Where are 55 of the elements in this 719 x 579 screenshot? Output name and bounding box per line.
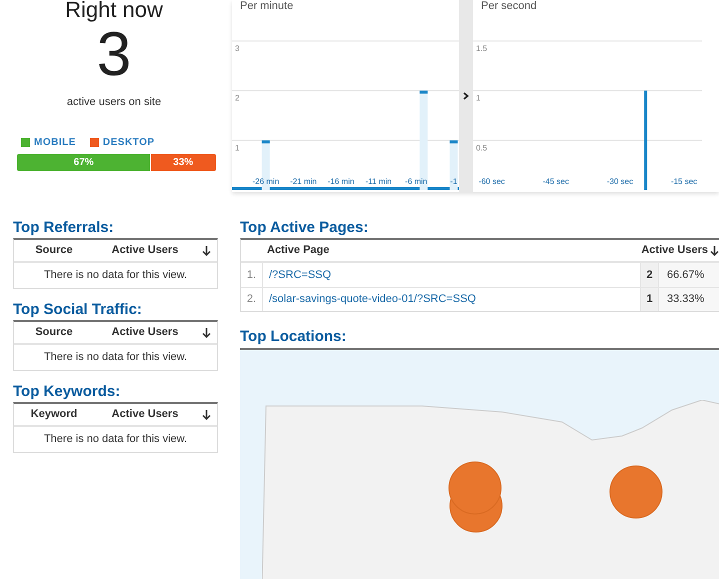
section-heading: Top Referrals:	[13, 219, 115, 237]
section-heading: Top Social Traffic:	[13, 301, 143, 319]
row-number: 2.	[241, 288, 263, 311]
empty-message: There is no data for this view.	[42, 268, 188, 284]
x-tick-label: -1	[450, 177, 458, 186]
y-tick-label: 1	[476, 94, 480, 103]
empty-message: There is no data for this view.	[42, 350, 188, 366]
user-count: 1	[640, 288, 658, 311]
chart-title: Per second	[481, 0, 537, 12]
column-header[interactable]: Source	[20, 242, 88, 259]
column-header[interactable]: Active Users	[88, 406, 202, 423]
y-tick-label: 3	[235, 44, 240, 53]
bar	[450, 140, 458, 190]
section-heading: Top Locations:	[240, 328, 348, 346]
share-percent: 33%	[173, 156, 194, 170]
share-percent: 67%	[74, 156, 94, 170]
column-header[interactable]: Active Page	[267, 242, 642, 259]
sort-descending-icon[interactable]	[202, 410, 211, 420]
column-header[interactable]: Active Users	[88, 324, 202, 341]
section-heading: Top Active Pages:	[240, 219, 370, 237]
user-percent: 33.33%	[658, 288, 719, 311]
section-title: Right now	[65, 0, 163, 22]
y-tick-label: 1.5	[476, 44, 488, 53]
x-tick-label: -21 min	[290, 177, 317, 186]
y-tick-label: 2	[235, 94, 240, 103]
x-tick-label: -16 min	[328, 177, 354, 186]
page-link[interactable]: /solar-savings-quote-video-01/?SRC=SSQ	[263, 288, 640, 311]
chevron-right-icon[interactable]	[463, 92, 469, 100]
sort-descending-icon[interactable]	[202, 328, 211, 338]
x-tick-label: -26 min	[252, 177, 280, 186]
legend-label: MOBILE	[34, 136, 76, 150]
y-tick-label: 1	[235, 143, 240, 152]
sort-descending-icon[interactable]	[202, 246, 211, 256]
empty-message: There is no data for this view.	[42, 432, 188, 448]
column-header[interactable]: Active Users	[641, 242, 708, 259]
x-tick-label: -15 sec	[670, 177, 698, 186]
legend-label: DESKTOP	[102, 136, 155, 150]
column-header[interactable]: Keyword	[20, 406, 88, 423]
section-heading: Top Keywords:	[13, 383, 122, 401]
user-count: 2	[640, 263, 658, 287]
row-number: 1.	[241, 263, 263, 287]
active-user-count: 3	[96, 24, 132, 86]
x-tick-label: -45 sec	[542, 177, 569, 186]
x-tick-label: -60 sec	[478, 177, 505, 186]
caption: active users on site	[66, 95, 162, 110]
column-header[interactable]: Source	[20, 324, 88, 341]
page-link[interactable]: /?SRC=SSQ	[263, 263, 640, 287]
x-tick-label: -30 sec	[606, 177, 634, 186]
y-tick-label: 0.5	[476, 143, 488, 152]
chart-title: Per minute	[240, 0, 294, 12]
x-tick-label: -6 min	[405, 177, 428, 186]
x-tick-label: -11 min	[366, 177, 392, 186]
user-percent: 66.67%	[658, 263, 719, 287]
sort-descending-icon[interactable]	[710, 246, 719, 256]
column-header[interactable]: Active Users	[88, 242, 202, 259]
